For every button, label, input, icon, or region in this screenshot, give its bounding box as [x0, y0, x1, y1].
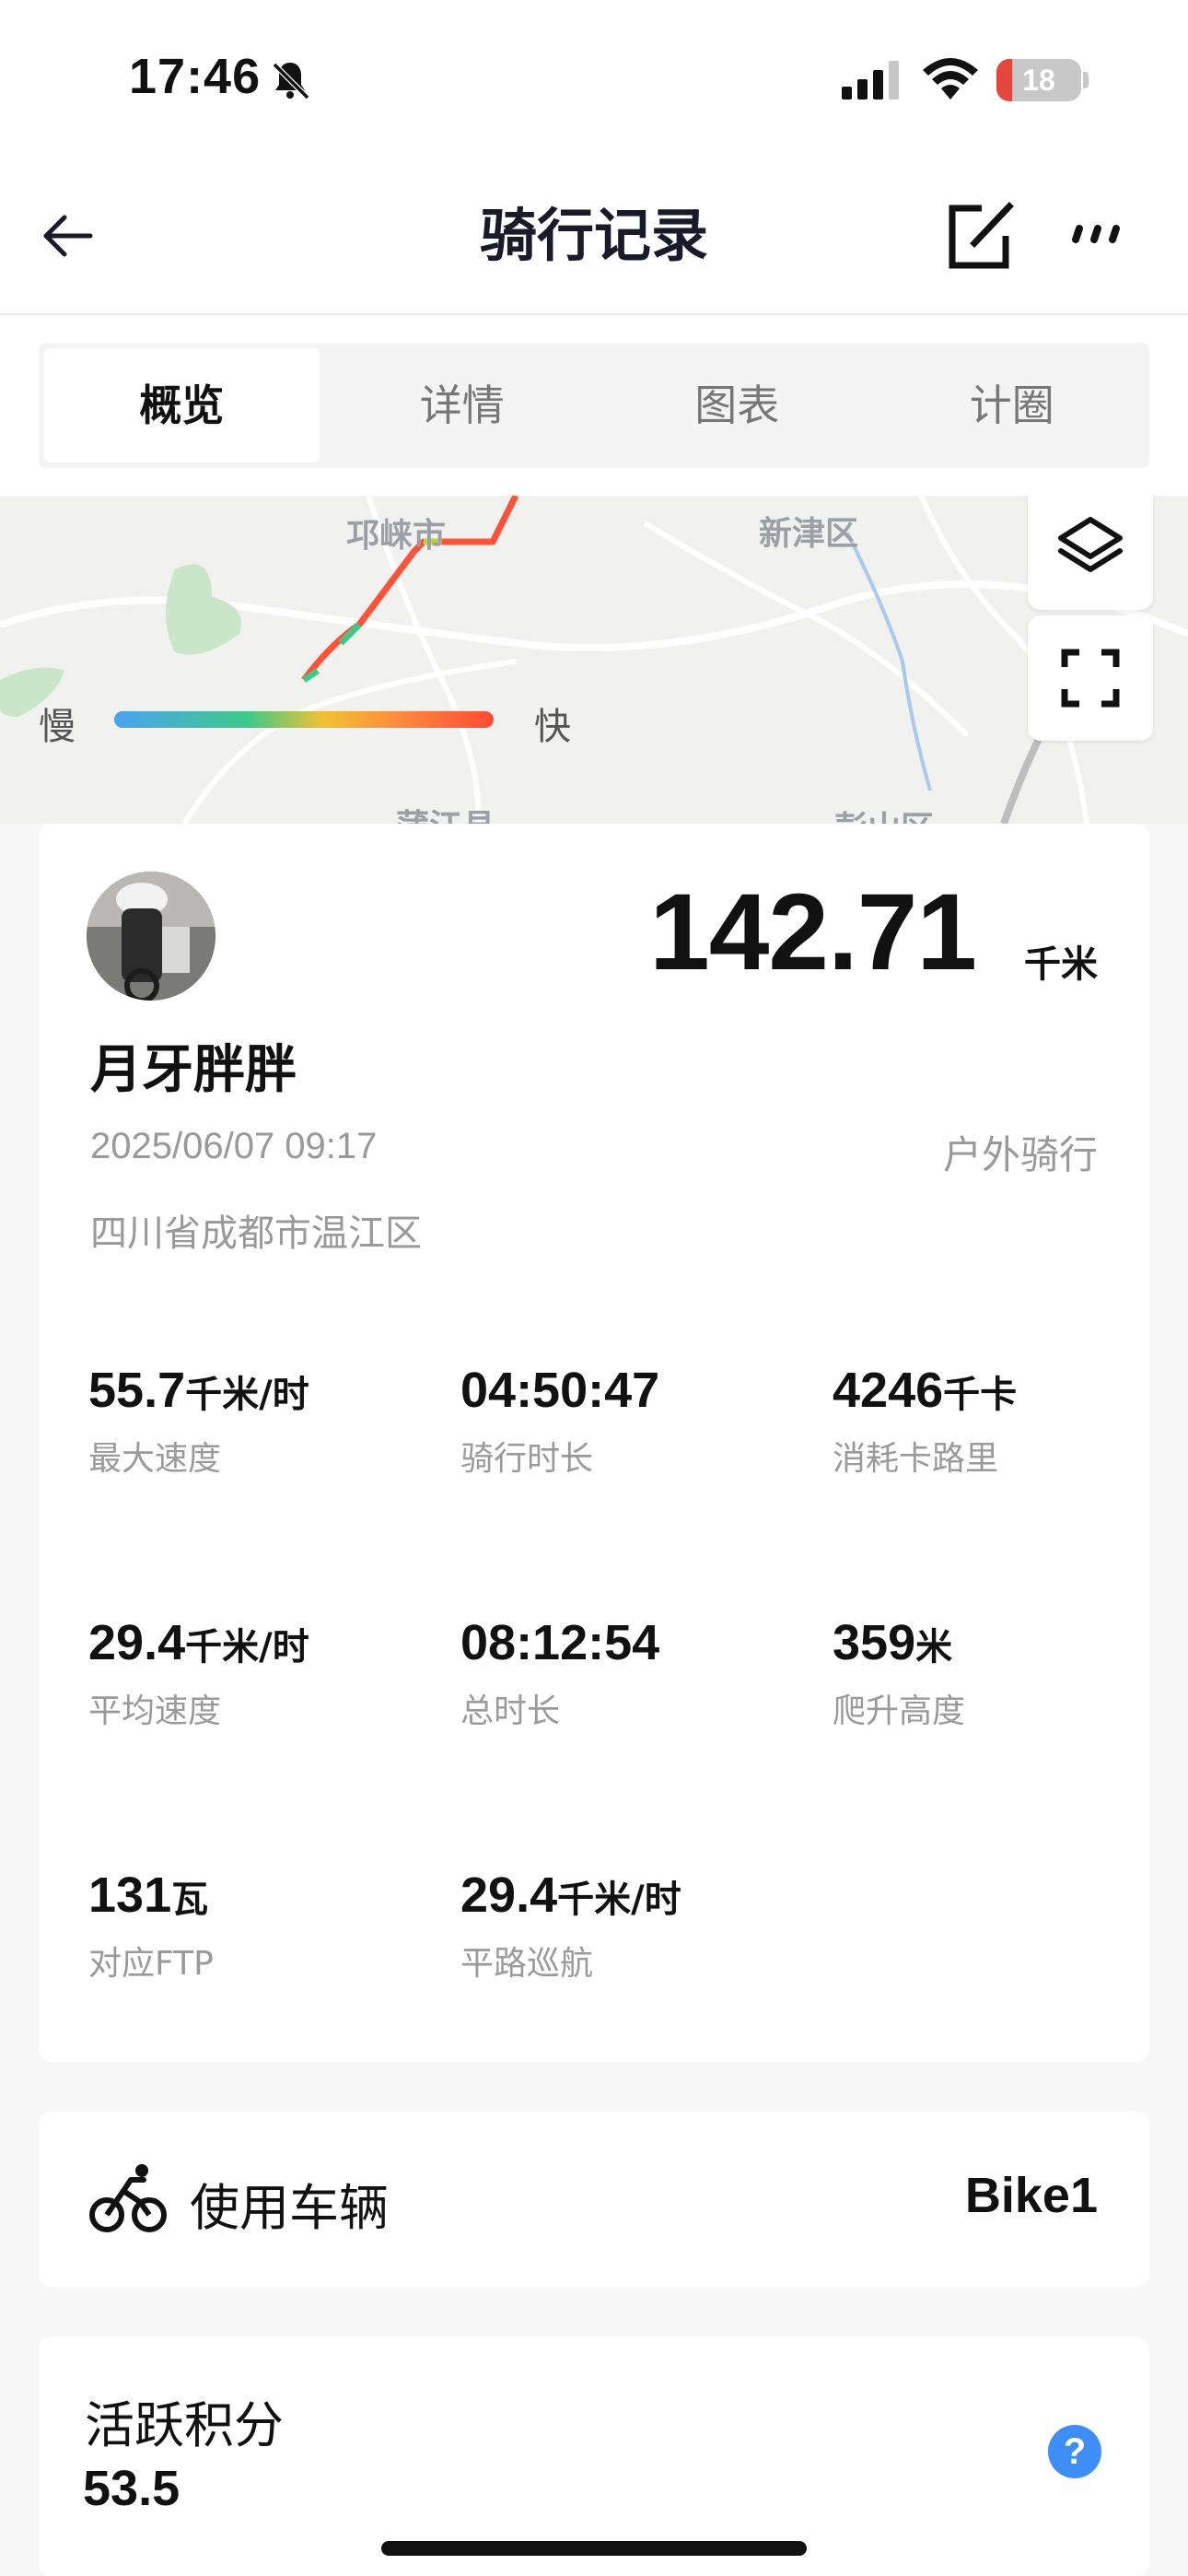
tab-bar-container: 概览 详情 图表 计圈 [0, 315, 1188, 496]
avatar-image [87, 872, 215, 1001]
tab-overview[interactable]: 概览 [44, 348, 320, 463]
tab-bar: 概览 详情 图表 计圈 [39, 343, 1149, 468]
ride-summary-card: 142.71 千米 月牙胖胖 2025/06/07 09:17 户外骑行 四川省… [39, 824, 1149, 2062]
speed-legend-bar [114, 711, 494, 728]
stat-value-line: 55.7千米/时 [88, 1362, 457, 1419]
tab-laps[interactable]: 计圈 [875, 343, 1150, 468]
map-place-label: 新津区 [759, 515, 859, 553]
stat-value: 08:12:54 [460, 1615, 660, 1670]
battery-indicator: 18 [996, 59, 1081, 101]
stat-unit: 千米/时 [557, 1879, 681, 1921]
stat-label: 平路巡航 [460, 1945, 594, 1983]
stat-flat-cruise: 29.4千米/时 平路巡航 [460, 1867, 829, 1985]
stat-value-line: 08:12:54 [460, 1614, 829, 1671]
stat-value: 131 [88, 1868, 172, 1923]
user-name: 月牙胖胖 [90, 1040, 297, 1100]
avatar[interactable] [87, 872, 215, 1001]
bike-label: 使用车辆 [190, 2179, 389, 2237]
map-fullscreen-button[interactable] [1028, 615, 1153, 741]
ride-distance-unit: 千米 [1024, 943, 1098, 986]
stat-value: 359 [833, 1615, 916, 1670]
stat-value: 55.7 [88, 1363, 186, 1418]
stat-unit: 米 [915, 1626, 953, 1669]
map-place-label: 彭山区 [834, 802, 934, 824]
stat-unit: 千米/时 [185, 1626, 309, 1669]
nav-bar: 骑行记录 [0, 157, 1188, 315]
status-bar: 17:46 18 [0, 0, 1188, 157]
map-place-label: 蒲江县 [396, 800, 495, 824]
map-place-label: 邛崃市 [346, 517, 447, 555]
signal-icon [842, 61, 899, 100]
edit-icon[interactable] [941, 197, 1019, 275]
ride-type: 户外骑行 [942, 1132, 1098, 1177]
stat-total-time: 08:12:54 总时长 [460, 1614, 829, 1732]
wifi-icon [923, 58, 978, 100]
tab-charts[interactable]: 图表 [600, 343, 875, 468]
more-icon[interactable] [1059, 197, 1136, 275]
bike-card[interactable]: 使用车辆 Bike1 [39, 2112, 1149, 2287]
bike-value: Bike1 [964, 2168, 1098, 2223]
stat-value-line: 29.4千米/时 [88, 1614, 457, 1671]
home-indicator [381, 2541, 807, 2556]
layers-icon [1058, 517, 1123, 572]
speed-legend-fast: 快 [534, 706, 571, 748]
stat-label: 爬升高度 [833, 1692, 966, 1730]
bike-icon [89, 2164, 167, 2232]
stat-label: 平均速度 [88, 1692, 222, 1730]
stat-calories: 4246千卡 消耗卡路里 [833, 1362, 1188, 1480]
map-background [0, 496, 1188, 824]
battery-cap [1083, 72, 1089, 88]
ride-date: 2025/06/07 09:17 [90, 1126, 378, 1166]
stat-value-line: 29.4千米/时 [460, 1867, 829, 1924]
points-value: 53.5 [83, 2461, 181, 2516]
fullscreen-icon [1061, 649, 1120, 708]
map-layers-button[interactable] [1028, 496, 1153, 610]
stat-label: 最大速度 [88, 1440, 222, 1478]
stat-unit: 千米/时 [185, 1374, 309, 1416]
battery-level: 18 [1022, 64, 1055, 97]
stat-ride-time: 04:50:47 骑行时长 [460, 1362, 829, 1480]
stat-avg-speed: 29.4千米/时 平均速度 [88, 1614, 457, 1732]
stat-label: 总时长 [460, 1692, 561, 1730]
stat-value: 4246 [833, 1363, 944, 1418]
stat-unit: 瓦 [171, 1879, 209, 1921]
stat-elevation-gain: 359米 爬升高度 [833, 1614, 1188, 1732]
tab-details[interactable]: 详情 [325, 343, 600, 468]
stat-value: 04:50:47 [460, 1363, 660, 1418]
stat-value-line: 4246千卡 [833, 1362, 1188, 1419]
stat-label: 对应FTP [88, 1945, 214, 1983]
bell-slash-icon [272, 62, 310, 100]
stat-value: 29.4 [460, 1868, 558, 1923]
stat-unit: 千卡 [943, 1374, 1018, 1416]
stat-value-line: 359米 [833, 1614, 1188, 1671]
status-time: 17:46 [129, 49, 262, 104]
stat-value-line: 04:50:47 [460, 1362, 829, 1419]
stat-label: 消耗卡路里 [833, 1440, 999, 1478]
stat-value: 29.4 [88, 1615, 186, 1670]
points-title: 活跃积分 [85, 2396, 284, 2454]
stat-ftp: 131瓦 对应FTP [88, 1867, 457, 1985]
route-map[interactable]: 邛崃市 新津区 蒲江县 彭山区 慢 快 [0, 496, 1188, 824]
stat-label: 骑行时长 [460, 1440, 594, 1478]
ride-distance: 142.71 [649, 872, 977, 993]
activity-points-card: 活跃积分 53.5 ? [39, 2336, 1149, 2576]
ride-location: 四川省成都市温江区 [90, 1212, 422, 1255]
stat-max-speed: 55.7千米/时 最大速度 [88, 1362, 457, 1480]
help-icon[interactable]: ? [1048, 2425, 1101, 2478]
speed-legend-slow: 慢 [39, 706, 76, 748]
stat-value-line: 131瓦 [88, 1867, 457, 1924]
